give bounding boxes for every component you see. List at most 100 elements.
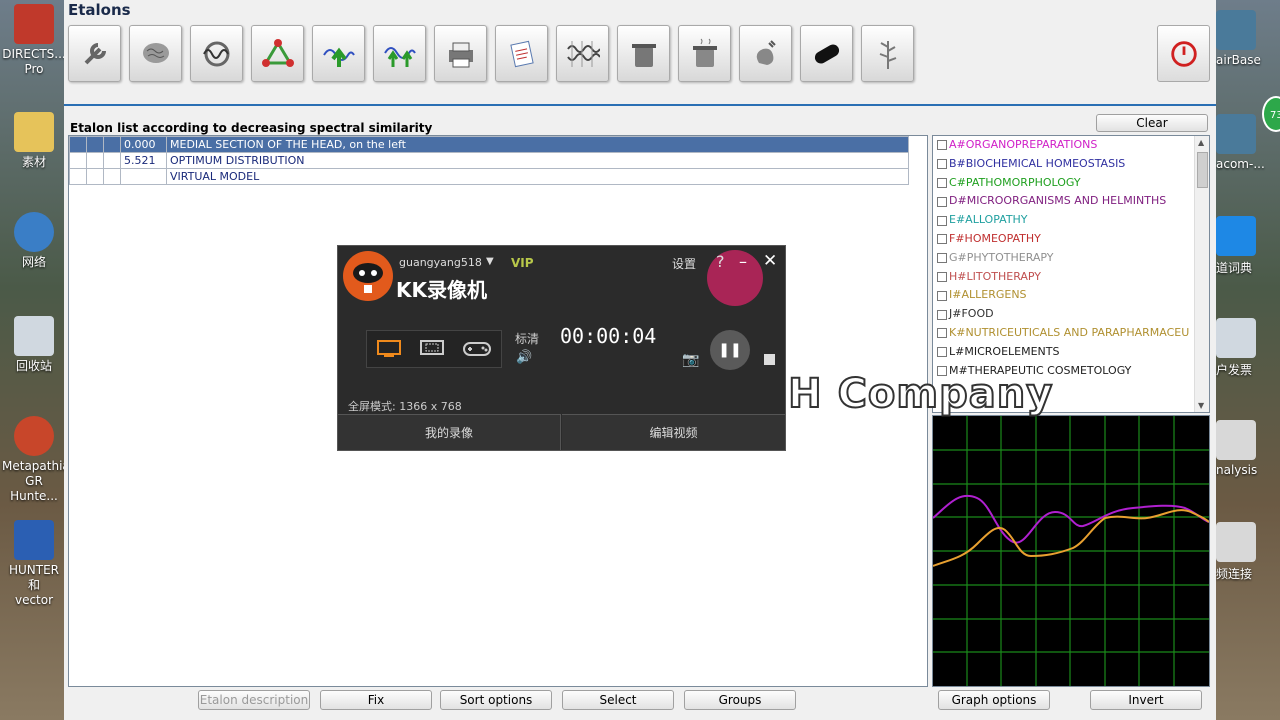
- scroll-thumb[interactable]: [1197, 152, 1208, 188]
- category-checkbox[interactable]: [937, 159, 947, 170]
- network-icon: [14, 212, 54, 252]
- category-item[interactable]: I # ALLERGENS: [933, 286, 1209, 305]
- vip-badge[interactable]: VIP: [511, 256, 534, 270]
- desktop-icon-folder[interactable]: 素材: [2, 112, 66, 170]
- volume-icon[interactable]: 🔊: [516, 350, 532, 365]
- close-icon[interactable]: ✕: [763, 251, 777, 271]
- user-dropdown-icon[interactable]: ▼: [486, 256, 494, 267]
- spectrum-dual-button[interactable]: [373, 25, 426, 82]
- invert-button[interactable]: Invert: [1090, 690, 1202, 710]
- category-item[interactable]: C # PATHOMORPHOLOGY: [933, 174, 1209, 193]
- triangle-nodes-button[interactable]: [251, 25, 304, 82]
- quality-selector[interactable]: 标清: [515, 330, 539, 347]
- desktop-icon-label: nalysis: [1216, 463, 1258, 477]
- pause-button[interactable]: ❚❚: [710, 330, 750, 370]
- category-item[interactable]: F # HOMEOPATHY: [933, 230, 1209, 249]
- category-item[interactable]: E # ALLOPATHY: [933, 211, 1209, 230]
- category-letter: D: [949, 194, 958, 208]
- category-checkbox[interactable]: [937, 290, 947, 301]
- desktop-icon-right-1[interactable]: airBase: [1216, 10, 1280, 67]
- my-videos-tab[interactable]: 我的录像: [338, 414, 561, 450]
- category-item[interactable]: A # ORGANOPREPARATIONS: [933, 136, 1209, 155]
- print-button[interactable]: [434, 25, 487, 82]
- spectrum-up-button[interactable]: [312, 25, 365, 82]
- desktop-icon-right-2[interactable]: acom-...: [1216, 114, 1280, 171]
- help-icon[interactable]: ?: [716, 252, 725, 271]
- category-checkbox[interactable]: [937, 271, 947, 282]
- category-checkbox[interactable]: [937, 328, 947, 339]
- category-item[interactable]: B # BIOCHEMICAL HOMEOSTASIS: [933, 155, 1209, 174]
- document-icon: [1216, 522, 1256, 562]
- category-item[interactable]: L # MICROELEMENTS: [933, 343, 1209, 362]
- category-item[interactable]: K # NUTRICEUTICALS AND PARAPHARMACEU: [933, 324, 1209, 343]
- table-row[interactable]: 0.000 MEDIAL SECTION OF THE HEAD, on the…: [69, 136, 909, 153]
- edit-video-tab[interactable]: 编辑视频: [562, 414, 785, 450]
- category-checkbox[interactable]: [937, 177, 947, 188]
- game-mode-icon[interactable]: [462, 339, 492, 359]
- desktop-icon-network[interactable]: 网络: [2, 212, 66, 270]
- herb-icon: [879, 40, 896, 69]
- desktop-icon-right-5[interactable]: nalysis: [1216, 420, 1280, 477]
- document-icon: [1216, 420, 1256, 460]
- wave-cycle-button[interactable]: [190, 25, 243, 82]
- notes-button[interactable]: [495, 25, 548, 82]
- recorder-logo-icon: [343, 251, 393, 301]
- brain-button[interactable]: [129, 25, 182, 82]
- category-item[interactable]: H # LITOTHERAPY: [933, 268, 1209, 287]
- clear-button[interactable]: Clear: [1096, 114, 1208, 132]
- stop-button[interactable]: [764, 354, 775, 365]
- category-checkbox[interactable]: [937, 215, 947, 226]
- category-checkbox[interactable]: [937, 253, 947, 264]
- desktop-icon-label: 网络: [21, 255, 46, 269]
- waveforms-button[interactable]: [556, 25, 609, 82]
- table-row[interactable]: 5.521 OPTIMUM DISTRIBUTION: [69, 152, 909, 169]
- category-separator: #: [955, 231, 965, 245]
- pot-steam-button[interactable]: [678, 25, 731, 82]
- desktop-icon-right-3[interactable]: 道词典: [1216, 216, 1280, 276]
- category-item[interactable]: J # FOOD: [933, 305, 1209, 324]
- desktop-icon-right-6[interactable]: 频连接: [1216, 522, 1280, 582]
- capsule-button[interactable]: [800, 25, 853, 82]
- category-item[interactable]: G # PHYTOTHERAPY: [933, 249, 1209, 268]
- triangle-nodes-icon: [261, 38, 294, 67]
- desktop-icon-word-doc[interactable]: HUNTER 和 vector: [2, 520, 66, 608]
- desktop-icon-label: 道词典: [1216, 261, 1253, 275]
- sort-options-button[interactable]: Sort options: [440, 690, 552, 710]
- camera-icon[interactable]: 📷: [682, 352, 699, 368]
- etalon-description-button[interactable]: Etalon description: [198, 690, 310, 710]
- category-separator: #: [957, 194, 967, 208]
- category-item[interactable]: D # MICROORGANISMS AND HELMINTHS: [933, 192, 1209, 211]
- pot-button[interactable]: [617, 25, 670, 82]
- region-mode-icon[interactable]: [419, 339, 445, 359]
- organ-button[interactable]: [739, 25, 792, 82]
- minimize-icon[interactable]: –: [739, 252, 747, 271]
- herb-button[interactable]: [861, 25, 914, 82]
- category-checkbox[interactable]: [937, 309, 947, 320]
- etalon-name: VIRTUAL MODEL: [166, 168, 909, 185]
- category-checkbox[interactable]: [937, 140, 947, 151]
- power-button[interactable]: [1157, 25, 1210, 82]
- fullscreen-mode-icon[interactable]: [376, 339, 402, 359]
- invoice-icon: [1216, 318, 1256, 358]
- groups-button[interactable]: Groups: [684, 690, 796, 710]
- desktop-icon-metapathia[interactable]: Metapathia GR Hunte...: [2, 416, 70, 504]
- wrench-button[interactable]: [68, 25, 121, 82]
- etalon-name: OPTIMUM DISTRIBUTION: [166, 152, 909, 169]
- desktop-icon-right-4[interactable]: 户发票: [1216, 318, 1280, 378]
- category-checkbox[interactable]: [937, 234, 947, 245]
- graph-options-button[interactable]: Graph options: [938, 690, 1050, 710]
- category-scrollbar[interactable]: ▲ ▼: [1194, 136, 1209, 412]
- printer-icon: [448, 42, 473, 67]
- desktop-icon-directs[interactable]: DIRECTS... Pro: [2, 4, 66, 77]
- desktop-icon-recycle-bin[interactable]: 回收站: [2, 316, 66, 374]
- scroll-down-icon[interactable]: ▼: [1198, 401, 1204, 410]
- scroll-up-icon[interactable]: ▲: [1198, 138, 1204, 147]
- category-checkbox[interactable]: [937, 347, 947, 358]
- recorder-username[interactable]: guangyang518: [399, 256, 482, 269]
- desktop-icon-label: HUNTER 和 vector: [8, 563, 60, 607]
- category-checkbox[interactable]: [937, 196, 947, 207]
- table-row[interactable]: VIRTUAL MODEL: [69, 168, 909, 185]
- recorder-settings-link[interactable]: 设置: [672, 255, 696, 272]
- select-button[interactable]: Select: [562, 690, 674, 710]
- fix-button[interactable]: Fix: [320, 690, 432, 710]
